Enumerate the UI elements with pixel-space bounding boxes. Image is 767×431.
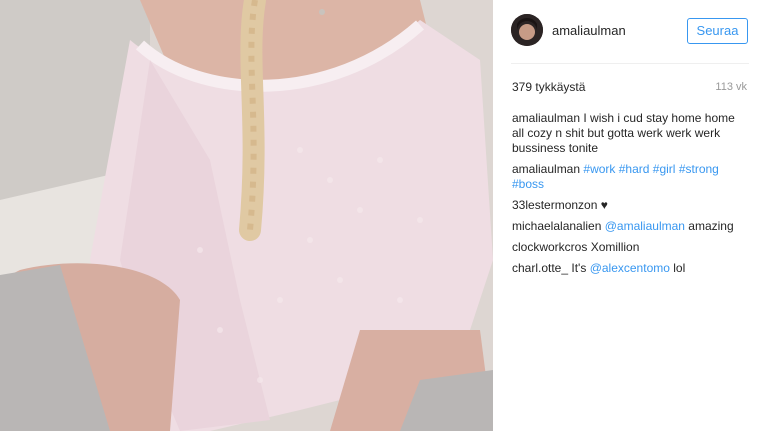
comment-item: 33lestermonzon ♥: [512, 198, 744, 213]
comment-item: charl.otte_ It's @alexcentomo lol: [512, 261, 744, 276]
post-sidebar: amaliaulman Seuraa 379 tykkäystä 113 vk …: [493, 0, 767, 431]
mention-link[interactable]: @amaliaulman: [605, 219, 685, 233]
hashtag-link[interactable]: #strong: [679, 162, 719, 176]
comment-text: It's: [568, 261, 590, 275]
mention-link[interactable]: @alexcentomo: [590, 261, 670, 275]
post-age[interactable]: 113 vk: [715, 81, 747, 93]
comment-item: amaliaulman I wish i cud stay home home …: [512, 111, 744, 156]
comment-username[interactable]: amaliaulman: [512, 162, 580, 176]
comment-item: michaelalanalien @amaliaulman amazing: [512, 219, 744, 234]
hashtag-link[interactable]: #hard: [619, 162, 650, 176]
header-divider: [511, 63, 749, 64]
follow-button[interactable]: Seuraa: [687, 18, 748, 44]
comment-username[interactable]: clockworkcros: [512, 240, 587, 254]
hashtag-link[interactable]: #girl: [653, 162, 676, 176]
comments-list: amaliaulman I wish i cud stay home home …: [512, 111, 744, 282]
comment-item: amaliaulman #work #hard #girl #strong #b…: [512, 162, 744, 192]
heart-icon: ♥: [600, 198, 608, 212]
comment-username[interactable]: charl.otte_: [512, 261, 568, 275]
comment-username[interactable]: 33lestermonzon: [512, 198, 597, 212]
hashtag-link[interactable]: #boss: [512, 177, 544, 191]
post-photo[interactable]: [0, 0, 493, 431]
comment-username[interactable]: michaelalanalien: [512, 219, 601, 233]
comment-text: lol: [669, 261, 686, 275]
likes-count[interactable]: 379 tykkäystä: [512, 80, 585, 94]
comment-text: amazing: [684, 219, 734, 233]
post-username[interactable]: amaliaulman: [552, 23, 626, 38]
post-header: amaliaulman Seuraa: [493, 0, 767, 64]
comment-text: Xomillion: [587, 240, 640, 254]
hashtag-link[interactable]: #work: [583, 162, 615, 176]
comment-item: clockworkcros Xomillion: [512, 240, 744, 255]
avatar[interactable]: [511, 14, 543, 46]
comment-username[interactable]: amaliaulman: [512, 111, 580, 125]
